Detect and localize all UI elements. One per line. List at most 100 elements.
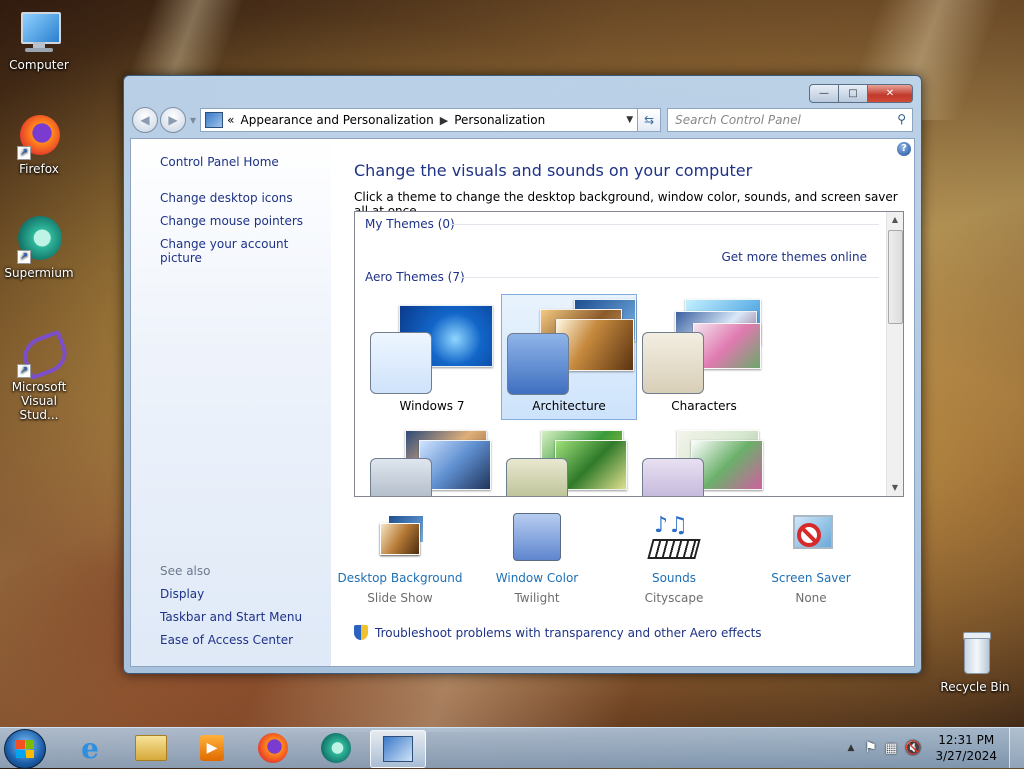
computer-icon (15, 8, 63, 56)
option-value: Twilight (469, 591, 605, 605)
refresh-button[interactable]: ⇆ (638, 108, 661, 132)
shortcut-arrow-icon: ↗ (17, 146, 31, 160)
volume-muted-icon[interactable]: 🔇 (905, 741, 921, 756)
my-themes-heading[interactable]: My Themes (0) (365, 217, 455, 231)
taskbar-control-panel[interactable] (370, 730, 426, 768)
maximize-button[interactable]: □ (839, 84, 868, 103)
option-label[interactable]: Sounds (606, 571, 742, 585)
theme-list-scrollbar[interactable]: ▲ ▼ (886, 212, 903, 496)
wallpaper-highlight (125, 0, 244, 80)
theme-color-swatch (642, 458, 704, 497)
taskbar-internet-explorer[interactable]: e (63, 730, 117, 766)
help-icon[interactable]: ? (897, 142, 911, 156)
show-hidden-icons-icon[interactable]: ▲ (848, 743, 855, 753)
search-input[interactable]: Search Control Panel ⚲ (667, 108, 913, 132)
scroll-thumb[interactable] (888, 230, 903, 324)
desktop-background-option[interactable]: Desktop Background Slide Show (332, 513, 468, 605)
sidebar-change-mouse-pointers[interactable]: Change mouse pointers (160, 214, 303, 228)
breadcrumb-overflow[interactable]: « (227, 113, 234, 127)
close-icon: ✕ (886, 88, 894, 99)
sidebar-change-desktop-icons[interactable]: Change desktop icons (160, 191, 293, 205)
sidebar-display[interactable]: Display (160, 587, 204, 601)
forward-button[interactable]: ▶ (160, 107, 186, 133)
sidebar-taskbar-start-menu[interactable]: Taskbar and Start Menu (160, 610, 302, 624)
close-button[interactable]: ✕ (868, 84, 913, 103)
main-content: ? Change the visuals and sounds on your … (332, 139, 914, 666)
sidebar-change-account-picture[interactable]: Change your account picture (160, 237, 331, 265)
maximize-icon: □ (848, 88, 857, 99)
window-body: Control Panel Home Change desktop icons … (130, 138, 915, 667)
folder-icon (135, 735, 167, 761)
shortcut-arrow-icon: ↗ (17, 250, 31, 264)
theme-windows-7[interactable]: Windows 7 (365, 295, 499, 419)
address-bar[interactable]: « Appearance and Personalization ▶ Perso… (200, 108, 638, 132)
taskbar-media-player[interactable]: ▶ (185, 730, 239, 766)
taskbar-explorer[interactable] (124, 730, 178, 766)
scroll-up-icon[interactable]: ▲ (887, 212, 903, 228)
windows-logo-icon (16, 740, 34, 758)
theme-row2-2[interactable] (501, 422, 635, 497)
start-button[interactable] (4, 729, 46, 769)
address-dropdown-icon[interactable]: ▼ (626, 115, 633, 125)
desktop-icon-computer[interactable]: Computer (1, 8, 77, 72)
breadcrumb-personalization[interactable]: Personalization (454, 113, 545, 127)
clock-time: 12:31 PM (935, 732, 997, 748)
desktop-icon-recycle-bin[interactable]: Recycle Bin (937, 630, 1013, 694)
get-more-themes-link[interactable]: Get more themes online (721, 250, 867, 264)
control-panel-icon (205, 112, 223, 128)
desktop-icon-visual-studio[interactable]: ↗ Microsoft Visual Stud... (1, 330, 77, 422)
theme-color-swatch (506, 458, 568, 497)
shortcut-arrow-icon: ↗ (17, 364, 31, 378)
action-center-flag-icon[interactable]: ⚑ (864, 740, 877, 756)
scroll-down-icon[interactable]: ▼ (887, 480, 903, 496)
aero-themes-heading[interactable]: Aero Themes (7) (365, 270, 465, 284)
window-color-option[interactable]: Window Color Twilight (469, 513, 605, 605)
desktop-icon-firefox[interactable]: ↗ Firefox (1, 112, 77, 176)
supermium-icon (321, 733, 351, 763)
option-label[interactable]: Screen Saver (743, 571, 879, 585)
shield-icon (354, 625, 368, 640)
desktop-background-icon (374, 513, 426, 565)
troubleshoot-label[interactable]: Troubleshoot problems with transparency … (375, 626, 762, 640)
screen-saver-icon (785, 513, 837, 565)
theme-color-swatch (370, 332, 432, 394)
forward-arrow-icon: ▶ (168, 113, 177, 127)
screen-saver-option[interactable]: Screen Saver None (743, 513, 879, 605)
taskbar-firefox[interactable] (246, 730, 300, 766)
theme-row2-3[interactable] (637, 422, 771, 497)
option-value: Slide Show (332, 591, 468, 605)
desktop-icon-label: Computer (1, 58, 77, 72)
sidebar-control-panel-home[interactable]: Control Panel Home (160, 155, 279, 169)
option-value: Cityscape (606, 591, 742, 605)
show-desktop-button[interactable] (1009, 728, 1024, 768)
personalization-window: — □ ✕ ◀ ▶ ▼ « Appearance and Personaliza… (123, 75, 922, 674)
clock-date: 3/27/2024 (935, 748, 997, 764)
sounds-option[interactable]: ♪♫ Sounds Cityscape (606, 513, 742, 605)
clock[interactable]: 12:31 PM 3/27/2024 (935, 732, 997, 764)
theme-name: Windows 7 (365, 399, 499, 413)
taskbar-supermium[interactable] (309, 730, 363, 766)
minimize-button[interactable]: — (809, 84, 839, 103)
breadcrumb-separator-icon[interactable]: ▶ (440, 114, 448, 127)
theme-row2-1[interactable] (365, 422, 499, 497)
theme-list[interactable]: My Themes (0) Get more themes online Aer… (354, 211, 904, 497)
control-panel-icon (383, 736, 413, 762)
recent-pages-dropdown[interactable]: ▼ (190, 116, 196, 125)
network-icon[interactable]: ▦ (885, 741, 897, 756)
media-player-icon: ▶ (200, 735, 224, 761)
desktop-icon-supermium[interactable]: ↗ Supermium (1, 216, 77, 280)
theme-architecture[interactable]: Architecture (501, 294, 637, 420)
theme-characters[interactable]: Characters (637, 295, 771, 419)
troubleshoot-aero-link[interactable]: Troubleshoot problems with transparency … (354, 625, 762, 640)
search-placeholder: Search Control Panel (675, 113, 801, 127)
search-icon[interactable]: ⚲ (897, 112, 906, 126)
sidebar-ease-of-access[interactable]: Ease of Access Center (160, 633, 293, 647)
firefox-icon (258, 733, 288, 763)
group-divider (449, 224, 879, 225)
minimize-icon: — (819, 88, 829, 99)
breadcrumb-appearance[interactable]: Appearance and Personalization (241, 113, 434, 127)
back-button[interactable]: ◀ (132, 107, 158, 133)
internet-explorer-icon: e (81, 732, 99, 765)
option-label[interactable]: Desktop Background (332, 571, 468, 585)
option-label[interactable]: Window Color (469, 571, 605, 585)
